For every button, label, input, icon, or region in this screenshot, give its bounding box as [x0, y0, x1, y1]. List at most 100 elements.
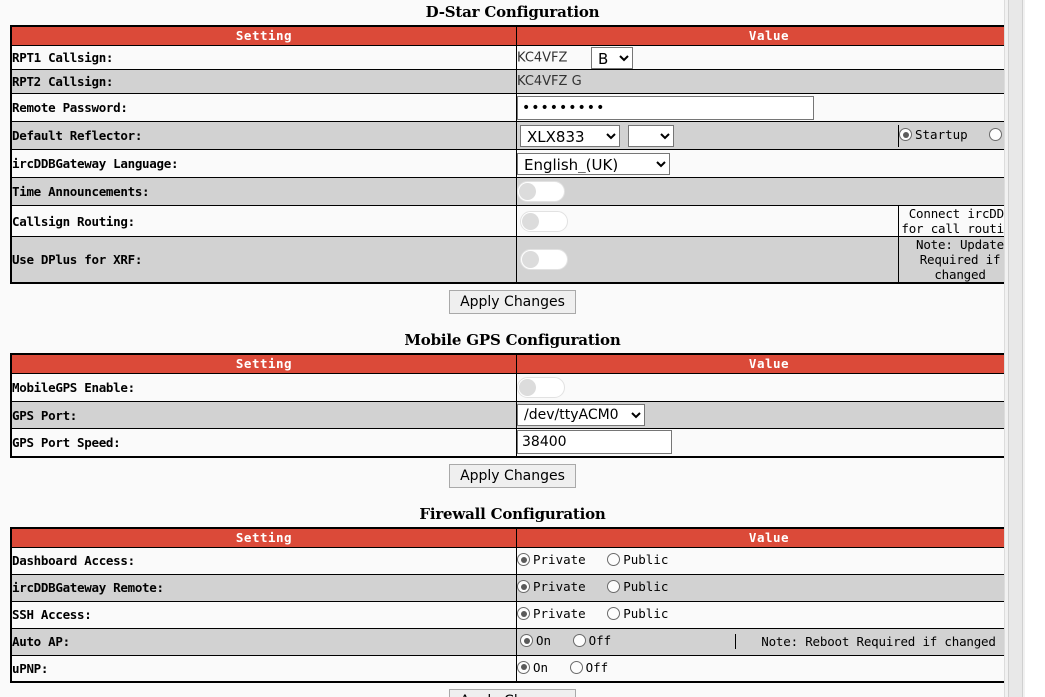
radio-private-icon[interactable]	[517, 580, 530, 593]
toggle-knob	[522, 212, 539, 230]
radio-option-auto-ap-on[interactable]: On	[520, 634, 551, 648]
callsign-routing-note: Connect ircDDB for call routing	[898, 206, 1021, 236]
radio-label-ssh-private: Private	[533, 606, 586, 621]
table-row-callsign-routing: Callsign Routing: Connect ircDDB for cal…	[10, 205, 1023, 237]
value-gps-port: /dev/ttyACM0	[516, 401, 1023, 429]
dstar-apply-wrap: Apply Changes	[0, 284, 1025, 328]
label-callsign-routing: Callsign Routing:	[10, 205, 517, 237]
apply-changes-button-dstar[interactable]: Apply Changes	[449, 290, 576, 314]
rpt1-callsign-text: KC4VFZ	[517, 50, 568, 65]
radio-option-dashboard-public[interactable]: Public	[607, 553, 668, 567]
radio-option-upnp-off[interactable]: Off	[569, 659, 609, 675]
column-header-value: Value	[516, 527, 1023, 548]
rpt1-module-select[interactable]: B	[590, 46, 633, 69]
value-rpt2-callsign: KC4VFZ G	[516, 69, 1023, 94]
radio-manual-icon[interactable]	[989, 128, 1003, 141]
radio-label-upnp-on: On	[533, 659, 549, 675]
apply-changes-button-mobile-gps[interactable]: Apply Changes	[449, 463, 576, 488]
mobile-gps-configuration-section: Mobile GPS Configuration Setting Value M…	[0, 328, 1025, 502]
value-ssh-access: Private Public	[516, 600, 1023, 629]
radio-label-dashboard-public: Public	[623, 552, 669, 567]
label-ssh-access: SSH Access:	[10, 600, 517, 629]
firewall-configuration-section: Firewall Configuration Setting Value Das…	[0, 502, 1025, 697]
radio-public-icon[interactable]	[607, 580, 621, 593]
table-row-rpt2-callsign: RPT2 Callsign: KC4VFZ G	[10, 69, 1023, 94]
table-row-default-reflector: Default Reflector: XLX833 Startup	[10, 121, 1025, 150]
table-row-time-announcements: Time Announcements:	[10, 177, 1023, 206]
radio-off-icon[interactable]	[572, 634, 586, 647]
table-row-rpt1-callsign: RPT1 Callsign: KC4VFZ B	[10, 45, 1023, 70]
value-default-reflector: XLX833 Startup Manual	[516, 121, 1025, 150]
auto-ap-note: Note: Reboot Required if changed	[735, 634, 1021, 649]
radio-private-icon[interactable]	[517, 607, 530, 620]
radio-on-icon[interactable]	[520, 634, 533, 647]
auto-ap-radio-group: On Off	[520, 633, 625, 648]
radio-label-dashboard-private: Private	[533, 552, 586, 567]
mobilegps-enable-toggle[interactable]	[517, 377, 565, 398]
label-rpt1-callsign: RPT1 Callsign:	[10, 45, 517, 70]
ircddbgateway-language-select[interactable]: English_(UK)	[517, 152, 670, 175]
radio-option-remote-public[interactable]: Public	[607, 580, 668, 594]
apply-changes-button-firewall[interactable]: Apply Changes	[449, 689, 576, 697]
table-row-ssh-access: SSH Access: Private Public	[10, 600, 1023, 629]
radio-option-startup[interactable]: Startup	[899, 128, 968, 142]
table-row-ircddbgateway-remote: ircDDBGateway Remote: Private Public	[10, 573, 1023, 602]
scrollbar-thumb[interactable]	[1008, 0, 1023, 697]
page-scrollbar[interactable]	[1004, 0, 1025, 697]
column-header-value: Value	[516, 25, 1023, 46]
radio-private-icon[interactable]	[517, 553, 530, 566]
dashboard-access-radio-group: Private Public	[517, 552, 682, 567]
gps-port-speed-input[interactable]	[517, 430, 672, 455]
radio-public-icon[interactable]	[607, 607, 621, 620]
time-announcements-toggle[interactable]	[517, 181, 565, 202]
label-use-dplus-for-xrf: Use DPlus for XRF:	[10, 236, 517, 284]
radio-option-remote-private[interactable]: Private	[517, 580, 586, 594]
value-auto-ap: On Off Note: Reboot Required if changed	[516, 627, 1023, 656]
remote-password-input[interactable]	[517, 95, 814, 120]
table-row-remote-password: Remote Password:	[10, 93, 1023, 122]
radio-label-auto-ap-on: On	[536, 633, 552, 648]
radio-startup-icon[interactable]	[899, 128, 912, 141]
table-row-gps-port-speed: GPS Port Speed:	[10, 428, 1023, 457]
reflector-selects-cell: XLX833	[517, 124, 899, 147]
dplus-xrf-toggle-cell	[517, 237, 899, 282]
radio-option-ssh-private[interactable]: Private	[517, 607, 586, 621]
gps-port-select[interactable]: /dev/ttyACM0	[517, 404, 645, 426]
radio-option-dashboard-private[interactable]: Private	[517, 553, 586, 567]
callsign-routing-toggle[interactable]	[520, 210, 568, 232]
radio-option-upnp-on[interactable]: On	[517, 659, 549, 675]
callsign-routing-toggle-cell	[517, 206, 899, 236]
ssh-access-radio-group: Private Public	[517, 606, 682, 621]
radio-off-icon[interactable]	[569, 660, 583, 674]
table-header-row: Setting Value	[10, 353, 1023, 374]
use-dplus-for-xrf-toggle[interactable]	[520, 249, 568, 270]
radio-label-remote-private: Private	[533, 579, 586, 594]
label-rpt2-callsign: RPT2 Callsign:	[10, 69, 517, 94]
reflector-subtable: XLX833 Startup Manual	[517, 124, 1025, 147]
table-row-gps-port: GPS Port: /dev/ttyACM0	[10, 401, 1023, 429]
value-rpt1-callsign: KC4VFZ B	[516, 45, 1023, 70]
label-auto-ap: Auto AP:	[10, 627, 517, 656]
radio-on-icon[interactable]	[517, 660, 530, 674]
toggle-knob	[519, 183, 536, 200]
label-dashboard-access: Dashboard Access:	[10, 546, 517, 575]
auto-ap-radio-cell: On Off	[517, 634, 736, 649]
value-mobilegps-enable	[516, 373, 1023, 402]
radio-label-upnp-off: Off	[585, 659, 609, 675]
default-reflector-module-select[interactable]	[627, 124, 674, 147]
label-default-reflector: Default Reflector:	[10, 121, 517, 150]
value-callsign-routing: Connect ircDDB for call routing	[516, 205, 1023, 237]
firewall-apply-wrap: Apply Changes	[0, 683, 1025, 697]
radio-label-remote-public: Public	[623, 579, 669, 594]
default-reflector-select[interactable]: XLX833	[520, 124, 620, 147]
value-remote-password	[516, 93, 1023, 122]
column-header-setting: Setting	[10, 353, 517, 374]
ircddbgateway-remote-radio-group: Private Public	[517, 579, 682, 594]
table-row-upnp: uPNP: On Off	[10, 654, 1023, 683]
firewall-config-table: Setting Value Dashboard Access: Private …	[10, 526, 1023, 683]
radio-option-ssh-public[interactable]: Public	[607, 607, 668, 621]
radio-public-icon[interactable]	[607, 553, 621, 566]
dashboard-config-page: D-Star Configuration Setting Value RPT1 …	[0, 0, 1025, 697]
dplus-xrf-subtable: Note: Update Required if changed	[517, 237, 1021, 282]
radio-option-auto-ap-off[interactable]: Off	[572, 634, 611, 648]
